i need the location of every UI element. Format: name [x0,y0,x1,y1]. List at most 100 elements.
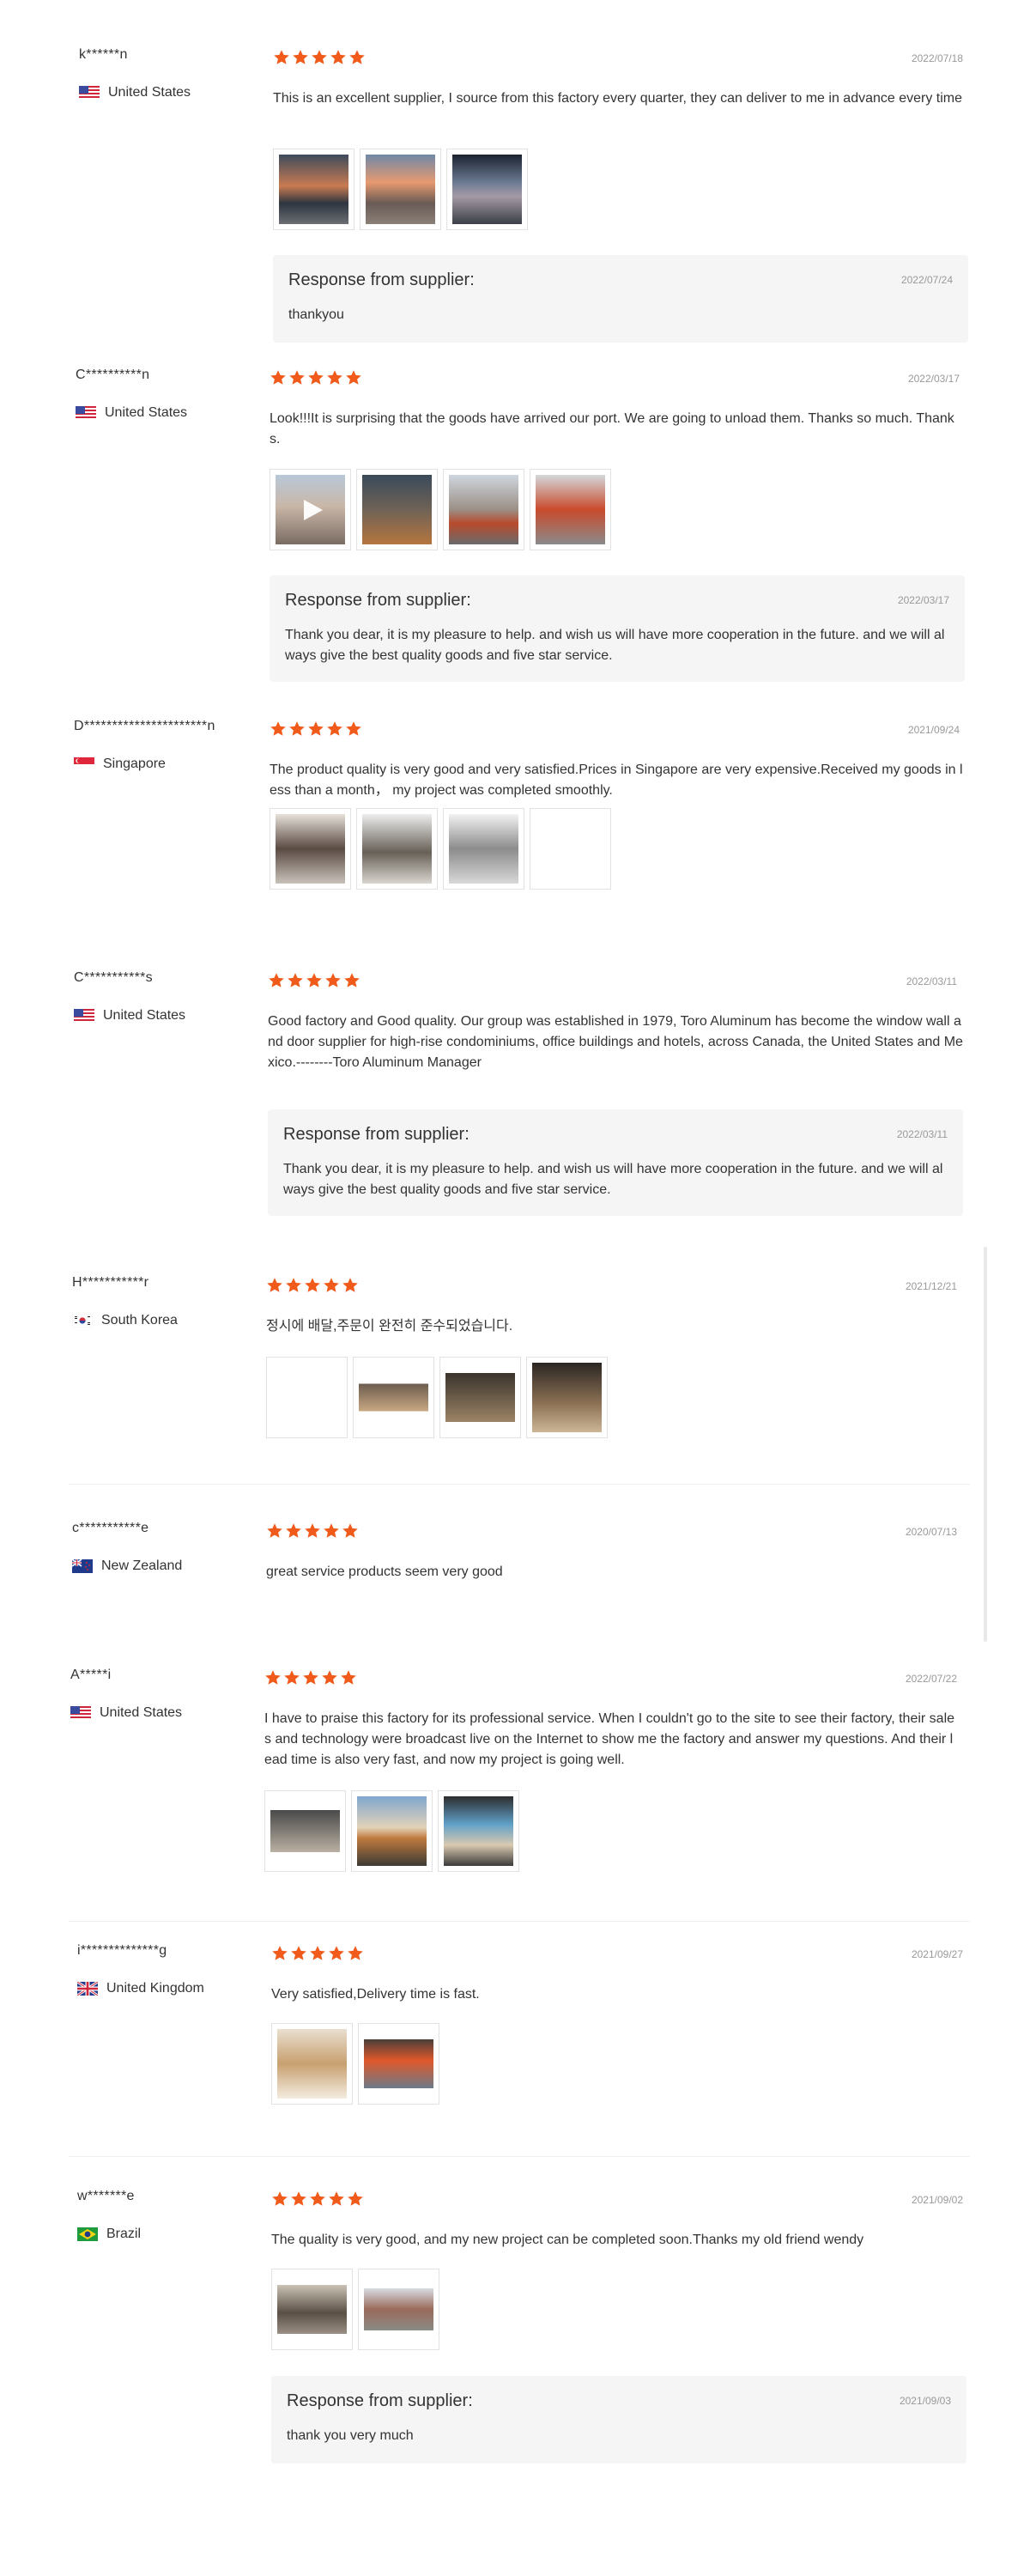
review-image-thumbnail[interactable] [360,149,441,230]
buyer-name: A*****i [70,1668,112,1682]
buyer-name: H***********r [72,1275,149,1290]
review-images [271,2023,439,2105]
response-title: Response from supplier: [285,591,471,610]
star-icon [287,972,304,989]
review-images [266,1357,608,1438]
star-icon [343,972,360,989]
review-image-thumbnail[interactable] [266,1357,348,1438]
star-icon [292,49,309,66]
review-image-thumbnail[interactable] [356,808,438,890]
star-icon [306,972,323,989]
review-image-thumbnail[interactable] [356,469,438,550]
review-image-thumbnail[interactable] [439,1357,521,1438]
star-icon [288,720,306,738]
review-image-thumbnail[interactable] [530,808,611,890]
review-text: This is an excellent supplier, I source … [273,91,963,106]
star-rating [266,1277,359,1294]
flag-sg-icon [74,757,94,771]
buyer-country: South Korea [72,1313,178,1328]
review-video-thumbnail[interactable] [270,469,351,550]
buyer-name: w*******e [77,2189,135,2203]
star-rating [271,2190,364,2208]
review-date: 2021/09/27 [911,1948,963,1960]
star-rating [268,972,360,989]
star-icon [342,1277,359,1294]
response-text: thank you very much [287,2428,414,2443]
buyer-name: C**********n [76,368,150,382]
star-icon [345,369,362,386]
star-icon [307,720,324,738]
buyer-name: C***********s [74,970,153,985]
scrollbar[interactable] [984,1247,987,1642]
photo-preview [357,1796,427,1866]
review-image-thumbnail[interactable] [270,808,351,890]
flag-us-icon [79,86,100,100]
photo-preview [277,2275,347,2344]
star-icon [271,2190,288,2208]
country-name: Brazil [106,2227,142,2241]
star-icon [348,49,366,66]
star-icon [347,1945,364,1962]
flag-us-icon [74,1009,94,1023]
star-rating [266,1522,359,1540]
star-icon [340,1669,357,1686]
star-icon [345,720,362,738]
star-icon [270,369,287,386]
review-text: Look!!!It is surprising that the goods h… [270,411,954,447]
supplier-response: Response from supplier: 2021/09/03 thank y… [271,2376,966,2464]
photo-preview [366,155,435,224]
buyer-country: United States [70,1705,182,1721]
review-image-thumbnail[interactable] [443,808,524,890]
review-text: Very satisfied,Delivery time is fast. [271,1987,480,2002]
review-text: 정시에 배달,주문이 완전히 준수되었습니다. [266,1319,513,1334]
star-rating [270,369,362,386]
buyer-country: United States [79,85,191,100]
buyer-name: k******n [79,47,128,62]
review-image-thumbnail[interactable] [438,1790,519,1872]
review-date: 2022/03/11 [906,975,957,987]
country-name: United Kingdom [106,1981,204,1996]
flag-us-icon [70,1706,91,1720]
photo-preview [364,2275,433,2344]
photo-preview [536,814,605,884]
review-image-thumbnail[interactable] [358,2023,439,2105]
country-name: United States [108,85,191,100]
star-icon [309,1945,326,1962]
response-date: 2021/09/03 [899,2395,951,2407]
flag-kr-icon [72,1314,93,1327]
star-icon [324,972,342,989]
review-image-thumbnail[interactable] [526,1357,608,1438]
review-image-thumbnail[interactable] [353,1357,434,1438]
photo-preview [449,475,518,544]
review-image-thumbnail[interactable] [351,1790,433,1872]
photo-preview [536,475,605,544]
flag-gb-icon [77,1982,98,1996]
buyer-name: i**************g [77,1943,167,1958]
review-image-thumbnail[interactable] [264,1790,346,1872]
photo-preview [276,814,345,884]
review-image-thumbnail[interactable] [443,469,524,550]
country-name: United States [105,405,188,420]
country-name: Singapore [103,756,166,771]
star-rating [270,720,362,738]
star-icon [273,49,290,66]
review-image-thumbnail[interactable] [530,469,611,550]
review-images [273,149,528,230]
star-icon [307,369,324,386]
star-rating [273,49,366,66]
review-image-thumbnail[interactable] [271,2269,353,2350]
star-icon [309,2190,326,2208]
star-rating [271,1945,364,1962]
buyer-country: Singapore [74,756,166,772]
star-icon [304,1277,321,1294]
review-image-thumbnail[interactable] [271,2023,353,2105]
review-text: The product quality is very good and ver… [270,762,963,798]
buyer-country: United States [74,1008,185,1024]
review-image-thumbnail[interactable] [446,149,528,230]
photo-preview [449,814,518,884]
review-image-thumbnail[interactable] [358,2269,439,2350]
star-icon [304,1522,321,1540]
review-image-thumbnail[interactable] [273,149,354,230]
response-title: Response from supplier: [288,270,475,289]
response-text: thankyou [288,307,344,322]
